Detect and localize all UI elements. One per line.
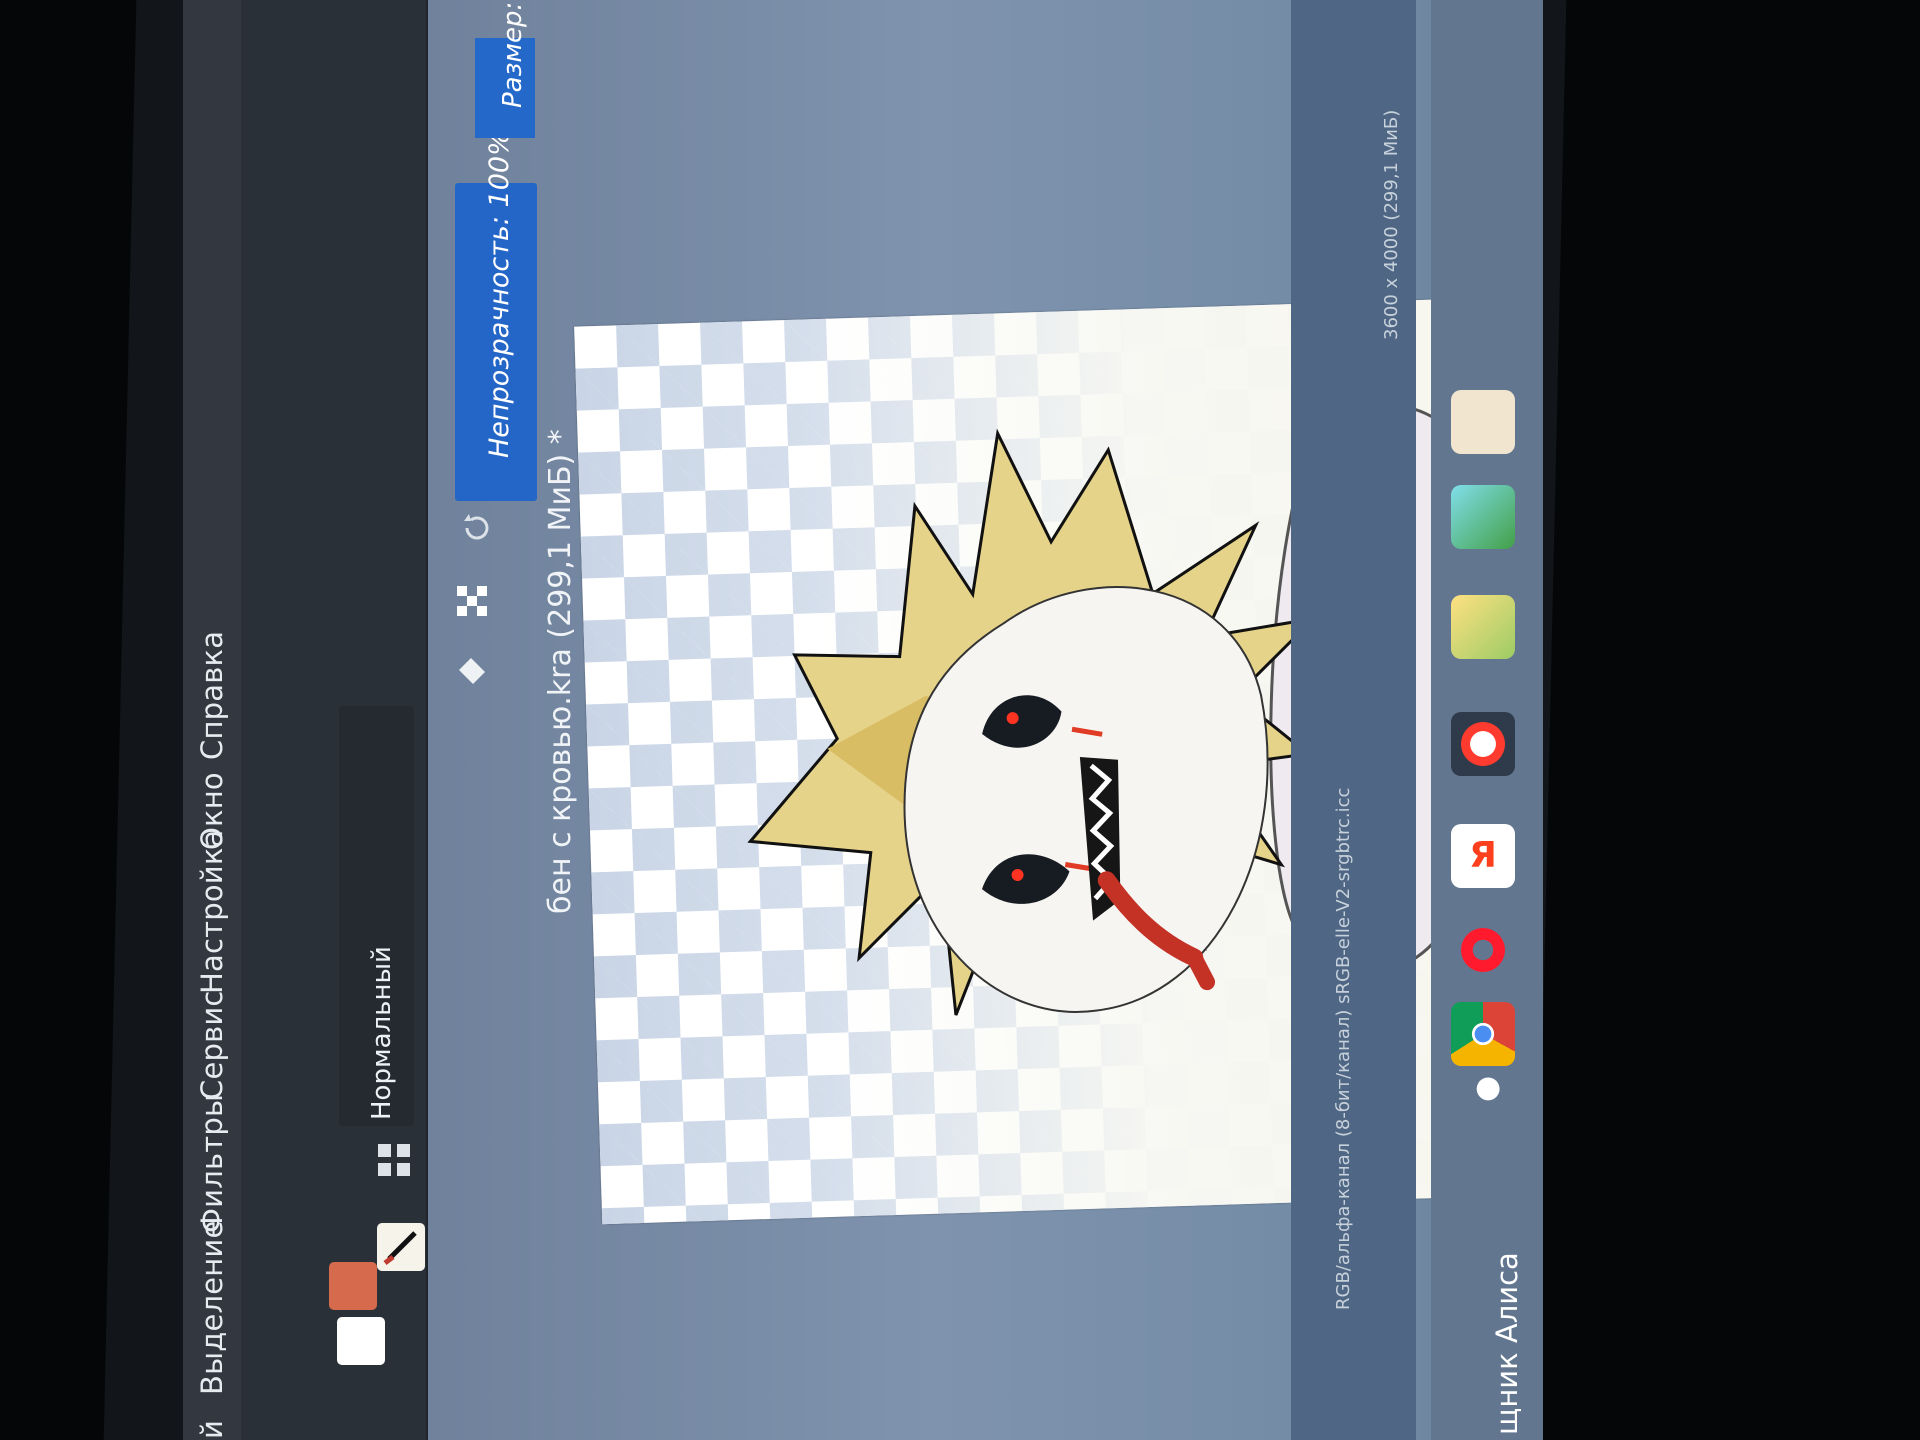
- brush-icon: [383, 1231, 417, 1265]
- menu-item-window[interactable]: Окно: [195, 772, 229, 850]
- opacity-value: Непрозрачность: 100%: [484, 130, 515, 458]
- microphone-icon[interactable]: ●: [1469, 1076, 1504, 1102]
- chrome-icon[interactable]: [1451, 1002, 1515, 1066]
- krita-icon[interactable]: [1451, 390, 1515, 454]
- menu-item-service[interactable]: Сервис: [195, 990, 229, 1100]
- status-bar: RGB/альфа-канал (8-бит/канал) sRGB-elle-…: [1291, 0, 1416, 1440]
- foreground-color-swatch[interactable]: [329, 1262, 377, 1310]
- grid-pattern-icon: [378, 1144, 410, 1176]
- preserve-alpha-button[interactable]: [451, 580, 499, 628]
- color-profile-status: RGB/альфа-канал (8-бит/канал) sRGB-elle-…: [1333, 787, 1354, 1310]
- eraser-icon: [459, 658, 485, 684]
- checkerboard-icon: [457, 586, 487, 616]
- reload-icon: [464, 514, 489, 540]
- yandex-icon[interactable]: Я: [1451, 824, 1515, 888]
- menu-item-file-partial[interactable]: й: [195, 1420, 229, 1439]
- image-size-status: 3600 x 4000 (299,1 МиБ): [1381, 109, 1402, 340]
- krita-screen: й Выделение Фильтры Сервис Настройка Окн…: [183, 0, 1543, 1440]
- menu-bar: й Выделение Фильтры Сервис Настройка Окн…: [183, 0, 242, 1440]
- photos-icon[interactable]: [1451, 485, 1515, 549]
- reload-preset-button[interactable]: [459, 510, 507, 558]
- menu-item-help[interactable]: Справка: [195, 631, 229, 760]
- opera-icon[interactable]: [1451, 918, 1515, 982]
- brush-preset-button[interactable]: [377, 1223, 425, 1271]
- size-value: Размер: 40: [498, 0, 528, 108]
- tool-options-bar: Нормальный: [241, 0, 489, 1440]
- image-viewer-icon[interactable]: [1451, 595, 1515, 659]
- pattern-button[interactable]: [374, 1140, 422, 1188]
- eraser-button[interactable]: [451, 650, 499, 698]
- background-color-swatch[interactable]: [337, 1317, 385, 1365]
- document-tab-title[interactable]: бен с кровью.kra (299,1 МиБ) *: [543, 429, 578, 914]
- yandex-browser-icon[interactable]: [1451, 712, 1515, 776]
- menu-item-settings[interactable]: Настройка: [195, 829, 229, 994]
- menu-item-selection[interactable]: Выделение: [195, 1220, 229, 1395]
- menu-item-filters[interactable]: Фильтры: [195, 1094, 229, 1233]
- alice-assistant-label[interactable]: щник Алиса: [1490, 1252, 1524, 1435]
- blend-mode-value: Нормальный: [367, 946, 397, 1120]
